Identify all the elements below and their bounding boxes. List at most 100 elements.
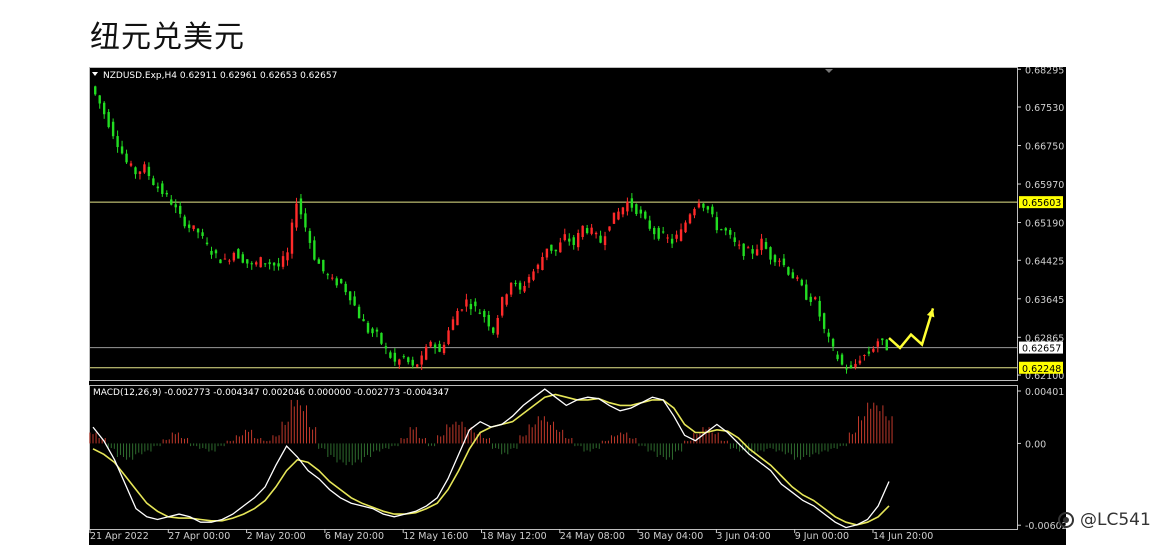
- candle-body: [626, 201, 629, 212]
- candle-body: [362, 319, 365, 322]
- candle-body: [277, 263, 280, 267]
- candle-body: [219, 259, 222, 264]
- candle-body: [339, 279, 343, 284]
- candle-body: [210, 250, 213, 255]
- candle-body: [644, 211, 647, 219]
- candle-body: [639, 209, 643, 214]
- price-tick-label: 0.65190: [1025, 219, 1064, 230]
- candle-body: [697, 203, 701, 208]
- candle-body: [863, 354, 866, 356]
- macd-tick-label: 0.00: [1025, 439, 1046, 450]
- candle-body: [702, 203, 705, 208]
- candle-body: [742, 243, 745, 257]
- candle-body: [854, 363, 857, 367]
- candle-body: [500, 297, 504, 316]
- candle-body: [764, 242, 768, 249]
- candle-body: [720, 229, 723, 231]
- candle-body: [769, 247, 772, 260]
- candle-body: [791, 272, 795, 279]
- candle-body: [675, 234, 678, 239]
- candle-body: [572, 237, 575, 246]
- price-chart[interactable]: 0.68295 0.67530 0.66750 0.65970 0.65190 0.644…: [89, 65, 1068, 545]
- candle-body: [608, 226, 611, 231]
- candle-body: [590, 227, 593, 234]
- candle-body: [290, 222, 294, 254]
- candle-body: [165, 192, 168, 195]
- candle-body: [456, 311, 459, 326]
- candle-body: [371, 328, 374, 334]
- candle-body: [563, 234, 566, 241]
- candle-body: [295, 203, 298, 228]
- candle-body: [411, 359, 414, 366]
- price-tick-label: 0.65970: [1025, 180, 1064, 191]
- candle-body: [187, 224, 191, 228]
- candle-body: [134, 167, 137, 175]
- candle-body: [286, 252, 289, 261]
- candle-body: [858, 360, 862, 364]
- candle-body: [389, 352, 392, 358]
- candle-body: [483, 310, 486, 317]
- candle-body: [161, 183, 164, 194]
- candle-body: [299, 198, 303, 215]
- candle-body: [545, 248, 549, 258]
- candle-body: [143, 164, 146, 173]
- candle-body: [733, 237, 736, 243]
- page-title: 纽元兑美元: [90, 20, 245, 55]
- candle-body: [94, 86, 97, 95]
- candle-body: [514, 282, 517, 284]
- candle-body: [523, 285, 526, 292]
- candle-body: [585, 228, 589, 234]
- candle-body: [872, 348, 875, 352]
- candle-body: [353, 296, 356, 306]
- candle-body: [666, 237, 669, 239]
- candle-body: [840, 354, 844, 365]
- candle-body: [751, 249, 754, 254]
- candle-body: [138, 171, 142, 174]
- x-tick-label: 6 May 20:00: [325, 531, 384, 542]
- candle-body: [129, 163, 133, 166]
- candle-body: [706, 206, 710, 210]
- candle-body: [201, 232, 204, 237]
- candle-body: [402, 356, 405, 358]
- candle-body: [822, 313, 826, 329]
- candle-body: [693, 208, 696, 216]
- candle-body: [746, 247, 750, 249]
- level-badge-label: 0.65603: [1022, 198, 1061, 209]
- candle-body: [384, 346, 388, 349]
- candle-body: [729, 230, 732, 235]
- candle-body: [308, 230, 312, 243]
- candle-body: [849, 365, 853, 369]
- candle-body: [183, 216, 186, 227]
- macd-header: MACD(12,26,9) -0.002773 -0.004347 0.0020…: [93, 388, 449, 398]
- candle-body: [814, 297, 817, 300]
- candle-body: [550, 244, 553, 251]
- candle-body: [778, 260, 781, 262]
- candle-body: [281, 256, 285, 267]
- candle-body: [344, 283, 347, 293]
- candle-body: [179, 205, 182, 214]
- candle-body: [474, 301, 477, 307]
- chart-window[interactable]: 0.68295 0.67530 0.66750 0.65970 0.65190 0.644…: [89, 65, 1068, 545]
- candle-body: [599, 235, 602, 243]
- candle-body: [125, 153, 128, 163]
- candle-body: [250, 263, 253, 265]
- candle-body: [867, 351, 871, 354]
- candle-body: [603, 236, 607, 246]
- candle-body: [174, 204, 177, 208]
- candle-body: [380, 332, 383, 344]
- candle-body: [317, 259, 321, 264]
- candle-body: [679, 229, 683, 241]
- x-tick-label: 27 Apr 00:00: [168, 531, 230, 542]
- candle-body: [438, 343, 441, 352]
- candle-body: [442, 344, 446, 354]
- candle-body: [612, 212, 616, 224]
- x-tick-label: 21 Apr 2022: [90, 531, 149, 542]
- candle-body: [451, 319, 455, 330]
- candle-body: [357, 306, 361, 319]
- candle-body: [416, 364, 419, 367]
- candle-body: [259, 257, 262, 268]
- candle-body: [630, 198, 634, 208]
- candle-body: [433, 344, 437, 348]
- candle-body: [237, 249, 240, 259]
- candle-body: [496, 317, 499, 335]
